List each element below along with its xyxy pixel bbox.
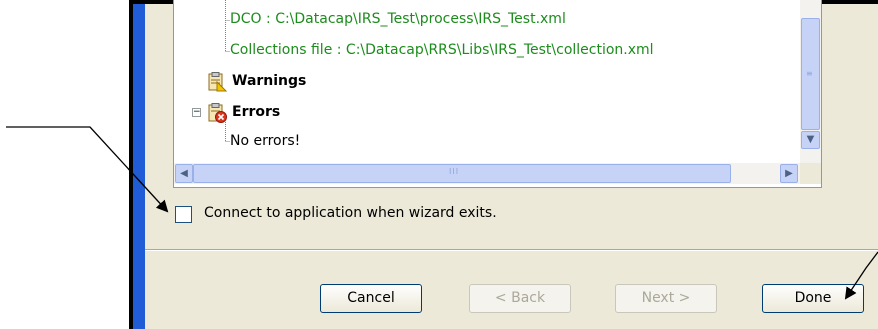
done-pointer-arrow [844,251,878,300]
checkbox-pointer-arrow [6,126,169,213]
annotation-arrows [6,126,878,300]
